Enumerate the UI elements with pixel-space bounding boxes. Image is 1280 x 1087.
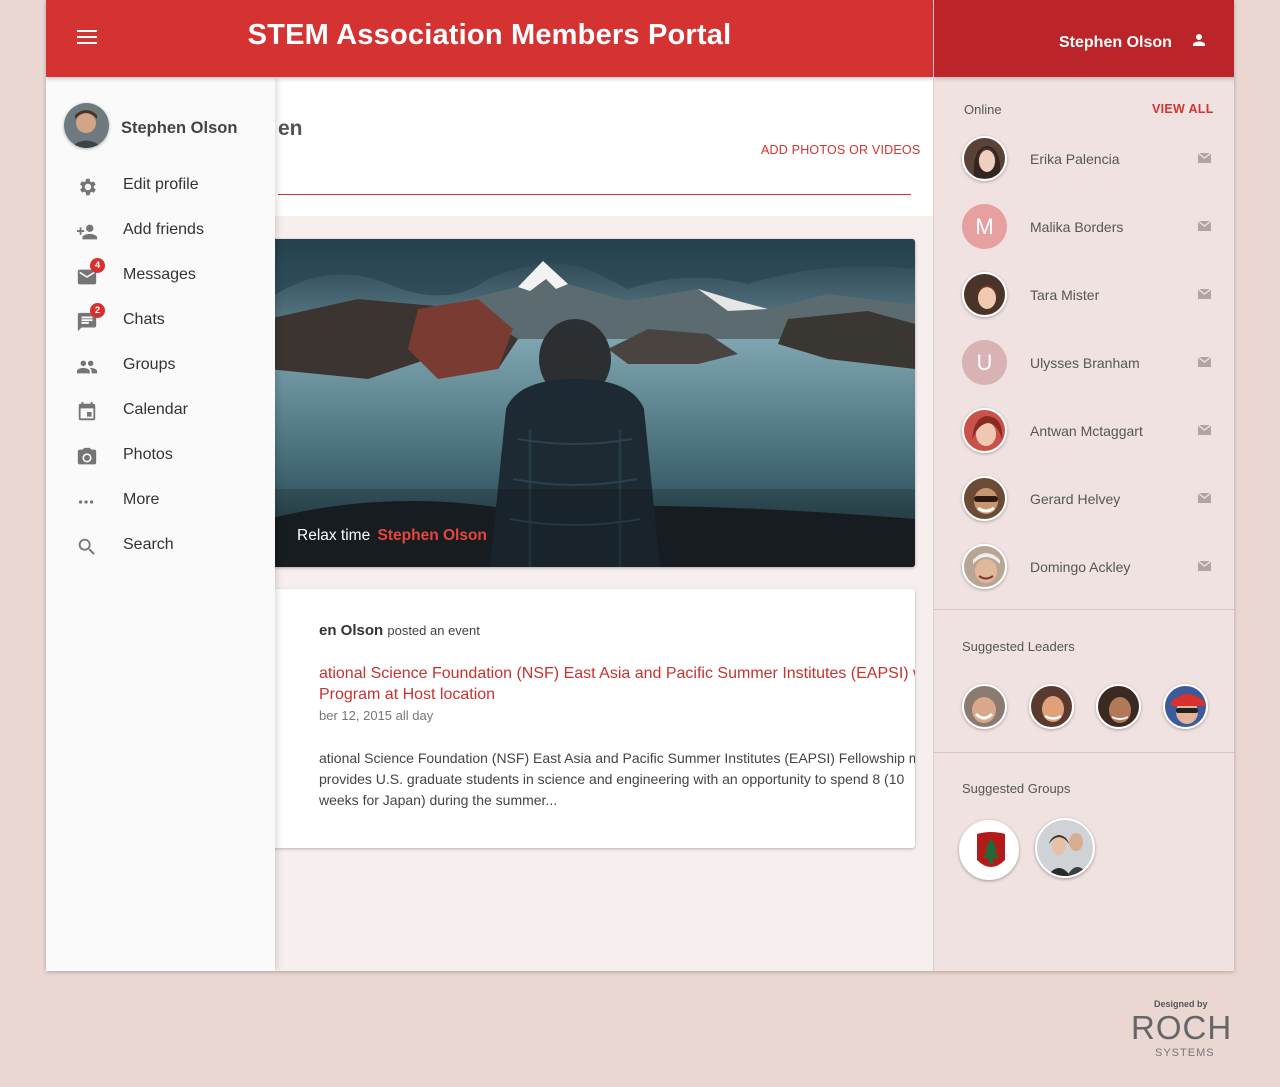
- event-date: ber 12, 2015 all day: [319, 708, 434, 723]
- contact-name: Gerard Helvey: [1030, 491, 1121, 507]
- event-title-link[interactable]: ational Science Foundation (NSF) East As…: [319, 663, 915, 705]
- suggested-leaders-title: Suggested Leaders: [962, 639, 1075, 654]
- credit-subtitle: SYSTEMS: [1155, 1047, 1215, 1059]
- nav-chats[interactable]: 2 Chats: [46, 299, 275, 344]
- nav-edit-profile[interactable]: Edit profile: [46, 164, 275, 209]
- mail-icon[interactable]: [1198, 221, 1211, 231]
- nav-calendar[interactable]: Calendar: [46, 389, 275, 434]
- header-user-name[interactable]: Stephen Olson: [1059, 34, 1172, 52]
- mail-icon[interactable]: [1198, 357, 1211, 367]
- nav-more[interactable]: More: [46, 479, 275, 524]
- user-icon[interactable]: [1190, 31, 1208, 49]
- online-contact[interactable]: Gerard Helvey: [934, 464, 1234, 532]
- nav-label-search: Search: [123, 536, 174, 553]
- section-divider: [934, 609, 1234, 610]
- drawer-user-avatar[interactable]: [64, 103, 109, 148]
- avatar: [962, 272, 1007, 317]
- gear-icon: [80, 178, 96, 196]
- avatar: [962, 408, 1007, 453]
- online-contact[interactable]: Tara Mister: [934, 260, 1234, 328]
- suggested-group-avatar[interactable]: [959, 820, 1019, 880]
- mail-icon[interactable]: [1198, 425, 1211, 435]
- nav-messages[interactable]: 4 Messages: [46, 254, 275, 299]
- nav-label-calendar: Calendar: [123, 401, 188, 418]
- online-contact[interactable]: U Ulysses Branham: [934, 328, 1234, 396]
- nav-add-friends[interactable]: Add friends: [46, 209, 275, 254]
- nav-drawer: Stephen Olson Edit profile Add friends 4…: [46, 77, 275, 971]
- suggested-groups-title: Suggested Groups: [962, 781, 1071, 796]
- contact-name: Tara Mister: [1030, 287, 1100, 303]
- online-title: Online: [964, 102, 1002, 117]
- avatar: [64, 103, 109, 148]
- composer-underline: [278, 194, 911, 195]
- photo-author-link[interactable]: Stephen Olson: [378, 527, 487, 544]
- contact-name: Antwan Mctaggart: [1030, 423, 1143, 439]
- post-photo: [268, 239, 915, 567]
- suggested-leader-avatar[interactable]: [962, 684, 1007, 729]
- contact-name: Erika Palencia: [1030, 151, 1120, 167]
- search-icon: [78, 538, 95, 555]
- suggested-leader-avatar[interactable]: [1096, 684, 1141, 729]
- suggested-group-avatar[interactable]: [1035, 818, 1095, 878]
- nav-label-more: More: [123, 491, 160, 508]
- nav-photos[interactable]: Photos: [46, 434, 275, 479]
- app-title: STEM Association Members Portal: [247, 19, 732, 51]
- avatar: M: [962, 204, 1007, 249]
- event-post-card: en Olson posted an event ational Science…: [268, 589, 915, 848]
- section-divider: [934, 752, 1234, 753]
- nav-groups[interactable]: Groups: [46, 344, 275, 389]
- photo-caption-text: Relax time: [297, 527, 371, 544]
- photo-caption: Relax time Stephen Olson: [297, 527, 487, 545]
- view-all-link[interactable]: VIEW ALL: [1152, 102, 1214, 116]
- mail-icon[interactable]: [1198, 561, 1211, 571]
- composer-user-name: en: [278, 117, 303, 140]
- nav-search[interactable]: Search: [46, 524, 275, 569]
- messages-badge: 4: [90, 258, 105, 273]
- calendar-icon: [78, 401, 96, 421]
- credit-logo: ROCH: [1131, 1009, 1233, 1046]
- mail-icon[interactable]: [1198, 289, 1211, 299]
- add-person-icon: [76, 224, 98, 240]
- event-action-text: posted an event: [387, 623, 480, 638]
- event-poster-name[interactable]: en Olson: [319, 622, 383, 639]
- mail-icon[interactable]: [1198, 153, 1211, 163]
- photo-post-card[interactable]: Relax time Stephen Olson: [268, 239, 915, 567]
- nav-label-photos: Photos: [123, 446, 173, 463]
- app-header: STEM Association Members Portal: [46, 0, 933, 77]
- online-contact[interactable]: Domingo Ackley: [934, 532, 1234, 600]
- user-header: Stephen Olson: [934, 0, 1234, 77]
- nav-label-groups: Groups: [123, 356, 176, 373]
- avatar: [962, 136, 1007, 181]
- app-window: en ADD PHOTOS OR VIDEOS Relax time Steph…: [46, 0, 1234, 971]
- chats-badge: 2: [90, 303, 105, 318]
- contact-name: Malika Borders: [1030, 219, 1124, 235]
- add-photos-button[interactable]: ADD PHOTOS OR VIDEOS: [761, 143, 920, 157]
- drawer-user-name[interactable]: Stephen Olson: [121, 119, 237, 138]
- avatar: U: [962, 340, 1007, 385]
- people-icon: [76, 360, 98, 374]
- nav-label-add-friends: Add friends: [123, 221, 204, 238]
- right-sidebar: Stephen Olson Online VIEW ALL Erika Pale…: [933, 0, 1234, 971]
- credit-label: Designed by: [1154, 999, 1208, 1009]
- avatar: [962, 476, 1007, 521]
- avatar: [962, 544, 1007, 589]
- contact-name: Domingo Ackley: [1030, 559, 1131, 575]
- nav-label-chats: Chats: [123, 311, 165, 328]
- mail-icon[interactable]: [1198, 493, 1211, 503]
- event-header: en Olson posted an event: [319, 622, 480, 639]
- more-dots-icon: [78, 500, 94, 504]
- online-contact[interactable]: M Malika Borders: [934, 192, 1234, 260]
- online-contact[interactable]: Antwan Mctaggart: [934, 396, 1234, 464]
- nav-label-messages: Messages: [123, 266, 196, 283]
- event-description: ational Science Foundation (NSF) East As…: [319, 750, 915, 808]
- nav-label-edit-profile: Edit profile: [123, 176, 199, 193]
- suggested-leader-avatar[interactable]: [1029, 684, 1074, 729]
- suggested-leader-avatar[interactable]: [1163, 684, 1208, 729]
- online-contact[interactable]: Erika Palencia: [934, 124, 1234, 192]
- contact-name: Ulysses Branham: [1030, 355, 1140, 371]
- camera-icon: [77, 447, 97, 465]
